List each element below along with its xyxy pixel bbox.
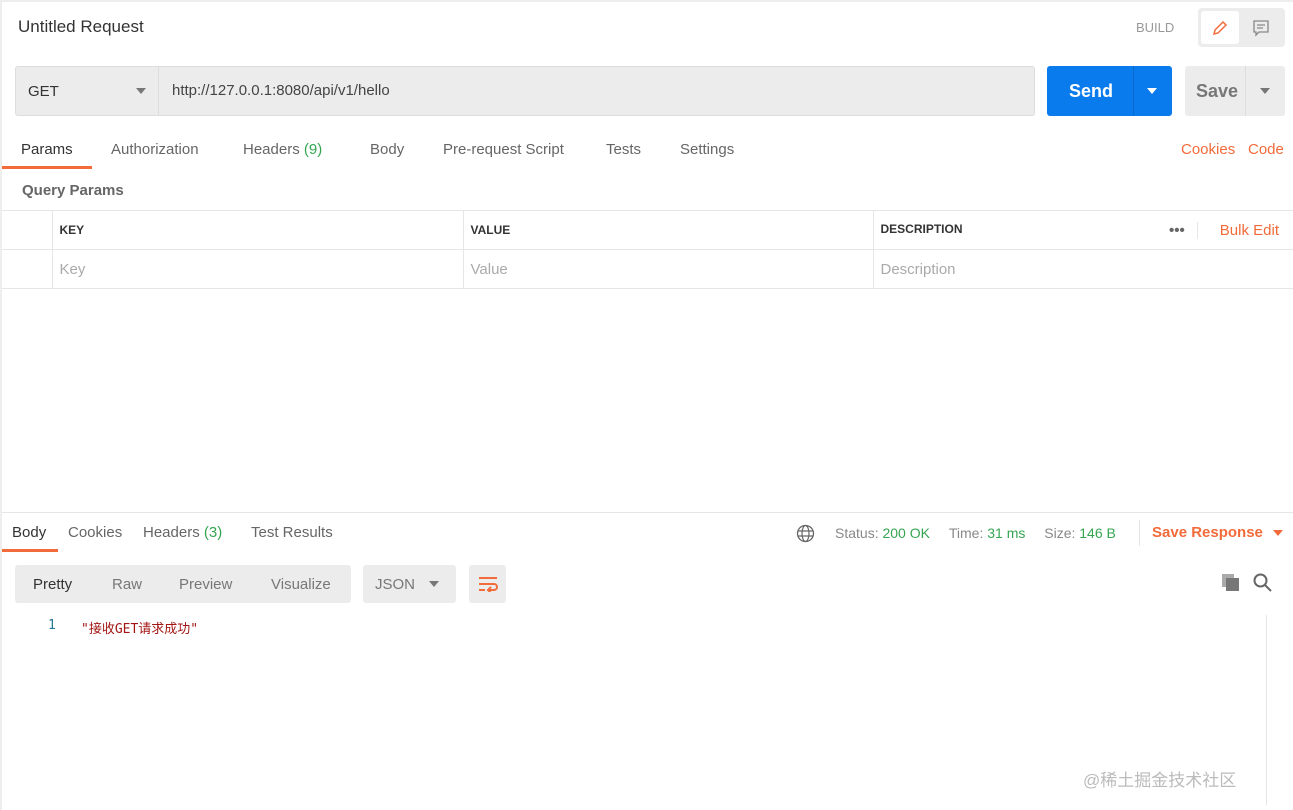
tab-params[interactable]: Params bbox=[21, 141, 73, 158]
resp-headers-count: (3) bbox=[203, 524, 223, 541]
send-options-icon[interactable] bbox=[1147, 88, 1157, 94]
format-value: JSON bbox=[375, 576, 416, 593]
description-header: DESCRIPTION bbox=[880, 221, 963, 236]
tab-authorization[interactable]: Authorization bbox=[111, 141, 199, 158]
mode-pretty[interactable]: Pretty bbox=[33, 576, 72, 593]
resp-tab-cookies[interactable]: Cookies bbox=[68, 524, 122, 541]
resp-tab-test-results[interactable]: Test Results bbox=[251, 524, 333, 541]
wrap-icon bbox=[478, 577, 498, 592]
format-select[interactable]: JSON bbox=[363, 565, 456, 603]
key-input[interactable]: Key bbox=[51, 249, 463, 289]
params-table: KEY VALUE DESCRIPTION Bulk Edit ••• Key … bbox=[2, 210, 1293, 289]
status-label: Status: bbox=[835, 525, 879, 541]
table-row: Key Value Description bbox=[2, 249, 1293, 289]
build-mode-label: BUILD bbox=[1136, 20, 1175, 35]
save-response-button[interactable]: Save Response bbox=[1152, 524, 1283, 541]
pencil-icon bbox=[1212, 20, 1228, 35]
time-label: Time: bbox=[948, 525, 984, 541]
comments-button[interactable] bbox=[1242, 11, 1280, 44]
wrap-lines-button[interactable] bbox=[469, 565, 506, 603]
save-options-icon[interactable] bbox=[1260, 88, 1270, 94]
tab-body[interactable]: Body bbox=[370, 141, 404, 158]
table-header-row: KEY VALUE DESCRIPTION Bulk Edit ••• bbox=[2, 210, 1293, 250]
globe-icon[interactable] bbox=[796, 524, 815, 543]
response-meta: Status: 200 OK Time: 31 ms Size: 146 B bbox=[835, 525, 1116, 541]
resp-tab-body[interactable]: Body bbox=[12, 524, 46, 541]
url-input[interactable]: http://127.0.0.1:8080/api/v1/hello bbox=[172, 82, 390, 99]
column-description: DESCRIPTION Bulk Edit ••• bbox=[872, 210, 1293, 250]
watermark: @稀土掘金技术社区 bbox=[1083, 771, 1237, 790]
tab-label: Headers bbox=[243, 141, 300, 158]
tab-pre-request-script[interactable]: Pre-request Script bbox=[443, 141, 564, 158]
chevron-down-icon bbox=[429, 581, 439, 587]
line-number: 1 bbox=[48, 618, 56, 633]
view-mode-segmented: Pretty Raw Preview Visualize bbox=[15, 565, 351, 603]
mode-preview[interactable]: Preview bbox=[179, 576, 232, 593]
copy-icon[interactable] bbox=[1221, 573, 1240, 592]
resp-tab-headers[interactable]: Headers (3) bbox=[143, 524, 222, 541]
mode-switch bbox=[1198, 8, 1285, 47]
tab-tests[interactable]: Tests bbox=[606, 141, 641, 158]
size-label: Size: bbox=[1044, 525, 1076, 541]
save-response-label: Save Response bbox=[1152, 524, 1263, 541]
send-button[interactable]: Send bbox=[1047, 66, 1172, 116]
status-value: 200 OK bbox=[882, 525, 930, 541]
mode-raw[interactable]: Raw bbox=[112, 576, 142, 593]
search-icon[interactable] bbox=[1253, 573, 1272, 592]
cookies-link[interactable]: Cookies bbox=[1181, 141, 1235, 158]
size-value: 146 B bbox=[1079, 525, 1116, 541]
send-label: Send bbox=[1069, 81, 1114, 101]
description-input[interactable]: Description bbox=[872, 249, 1293, 289]
bulk-edit-link[interactable]: Bulk Edit bbox=[1220, 222, 1279, 239]
save-label: Save bbox=[1196, 81, 1239, 101]
column-key: KEY bbox=[51, 210, 463, 250]
request-title[interactable]: Untitled Request bbox=[18, 17, 144, 37]
time-value: 31 ms bbox=[987, 525, 1026, 541]
code-link[interactable]: Code bbox=[1248, 141, 1284, 158]
tab-headers[interactable]: Headers (9) bbox=[243, 141, 322, 158]
headers-count: (9) bbox=[303, 141, 323, 158]
scrollbar[interactable] bbox=[1266, 615, 1267, 805]
method-select[interactable]: GET bbox=[16, 67, 159, 115]
build-mode-button[interactable] bbox=[1201, 11, 1239, 44]
tab-label: Headers bbox=[143, 524, 200, 541]
method-value: GET bbox=[28, 82, 59, 100]
column-value: VALUE bbox=[462, 210, 873, 250]
chevron-down-icon bbox=[1272, 530, 1283, 537]
mode-visualize[interactable]: Visualize bbox=[271, 576, 331, 593]
value-input[interactable]: Value bbox=[462, 249, 873, 289]
query-params-title: Query Params bbox=[22, 182, 124, 199]
comment-icon bbox=[1253, 19, 1269, 37]
response-body[interactable]: "接收GET请求成功" bbox=[81, 618, 198, 637]
save-button[interactable]: Save bbox=[1185, 66, 1285, 116]
chevron-down-icon bbox=[136, 88, 146, 94]
more-icon[interactable]: ••• bbox=[1169, 221, 1198, 239]
url-bar: GET http://127.0.0.1:8080/api/v1/hello bbox=[15, 66, 1035, 116]
tab-settings[interactable]: Settings bbox=[680, 141, 734, 158]
